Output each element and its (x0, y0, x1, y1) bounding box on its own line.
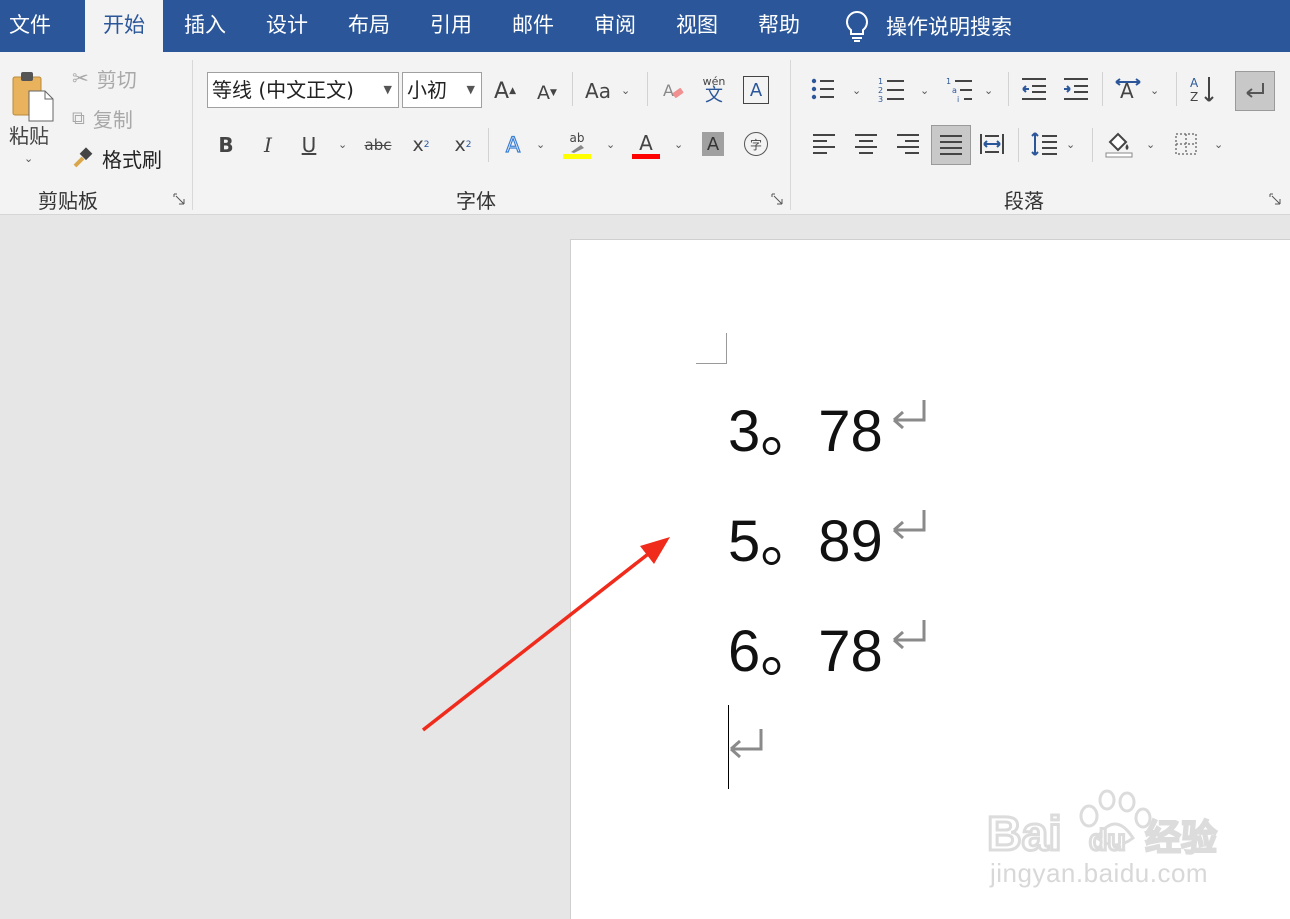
svg-text:du: du (1089, 824, 1126, 857)
svg-text:Bai: Bai (987, 808, 1062, 858)
watermark-url: jingyan.baidu.com (990, 858, 1209, 888)
baidu-watermark-logo: Bai du 经验 (986, 789, 1219, 858)
svg-text:经验: 经验 (1145, 818, 1217, 858)
